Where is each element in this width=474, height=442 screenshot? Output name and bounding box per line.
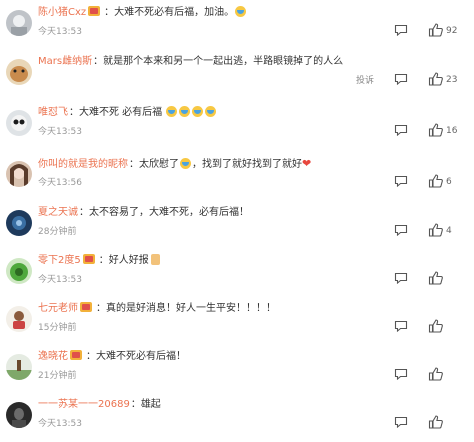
username[interactable]: 陈小猪Cxz [38, 7, 86, 18]
comment-time: 28分钟前 [38, 227, 77, 237]
comment-item: 陈小猪Cxz ：大难不死必有后福，加油。 今天13:53 92 [0, 2, 474, 50]
comment-time: 今天13:53 [38, 127, 82, 137]
comment-time: 今天13:53 [38, 275, 82, 285]
comment-item: 零下2度5 ：好人好报 今天13:53 [0, 250, 474, 298]
reply-icon[interactable] [394, 24, 408, 36]
thumbs-up-emoji-icon [150, 254, 160, 265]
comment-time: 21分钟前 [38, 371, 77, 381]
username[interactable]: Mars雌纳斯 [38, 56, 92, 67]
like-count: 6 [446, 177, 452, 187]
comment-text: 就是那个本来和另一个一起出逃，半路眼镜掉了的人么 [103, 56, 344, 67]
comment-text: 真的是好消息！好人一生平安！！！！ [106, 303, 276, 314]
like-icon[interactable] [428, 319, 444, 333]
reply-icon[interactable] [394, 272, 408, 284]
cry-emoji-icon [235, 6, 247, 17]
vip-badge-icon [82, 254, 95, 264]
reply-icon[interactable] [394, 416, 408, 428]
reply-icon[interactable] [394, 175, 408, 187]
comment-text: 大难不死必有后福！ [96, 351, 186, 362]
cry-emoji-icon [192, 106, 204, 117]
like-icon[interactable] [428, 123, 444, 137]
username[interactable]: 你叫的就是我的昵称 [38, 159, 128, 170]
reply-icon[interactable] [394, 224, 408, 236]
avatar[interactable] [6, 59, 32, 85]
reply-icon[interactable] [394, 368, 408, 380]
like-icon[interactable] [428, 174, 444, 188]
avatar[interactable] [6, 354, 32, 380]
comment-text: 大难不死必有后福，加油。 [114, 7, 235, 18]
reply-icon[interactable] [394, 320, 408, 332]
vip-badge-icon [80, 302, 92, 312]
username[interactable]: 零下2度5 [38, 255, 81, 266]
comment-text-continued: ，找到了就好找到了就好 [192, 159, 302, 170]
avatar[interactable] [6, 210, 32, 236]
comment-item: Mars雌纳斯：就是那个本来和另一个一起出逃，半路眼镜掉了的人么 投诉 23 [0, 51, 474, 99]
like-count: 4 [446, 226, 452, 236]
comment-time: 15分钟前 [38, 323, 77, 333]
comment-list: 陈小猪Cxz ：大难不死必有后福，加油。 今天13:53 92 Mars雌纳斯：就… [0, 0, 474, 442]
username[interactable]: 逸晓花 [38, 351, 68, 362]
reply-icon[interactable] [394, 73, 408, 85]
comment-item: 一一苏某一一20689：雄起 今天13:53 [0, 394, 474, 442]
comment-item: 七元老师 ：真的是好消息！好人一生平安！！！！ 15分钟前 [0, 298, 474, 346]
comment-text: 太不容易了，大难不死，必有后福！ [89, 207, 249, 218]
username[interactable]: 唯怼飞 [38, 107, 68, 118]
username[interactable]: 一一苏某一一20689 [38, 399, 130, 410]
like-count: 92 [446, 26, 458, 36]
avatar[interactable] [6, 258, 32, 284]
report-link[interactable]: 投诉 [356, 75, 374, 87]
comment-time: 今天13:53 [38, 419, 82, 429]
heart-icon: ❤ [302, 157, 312, 170]
comment-item: 你叫的就是我的昵称：太欣慰了 ，找到了就好找到了就好❤ 今天13:56 6 [0, 153, 474, 201]
comment-item: 夏之天诚：太不容易了，大难不死，必有后福！ 28分钟前 4 [0, 202, 474, 250]
like-icon[interactable] [428, 271, 444, 285]
like-count: 16 [446, 126, 458, 136]
cry-emoji-icon [180, 158, 191, 169]
reply-icon[interactable] [394, 124, 408, 136]
comment-text: 好人好报 [108, 255, 149, 266]
comment-item: 唯怼飞：大难不死 必有后福 今天13:53 16 [0, 102, 474, 150]
like-icon[interactable] [428, 415, 444, 429]
vip-badge-icon [70, 350, 82, 360]
avatar[interactable] [6, 161, 32, 187]
cry-emoji-icon [166, 106, 178, 117]
avatar[interactable] [6, 402, 32, 428]
comment-text: 雄起 [140, 399, 161, 410]
like-icon[interactable] [428, 23, 444, 37]
like-count: 23 [446, 75, 458, 85]
comment-text: 太欣慰了 [139, 159, 179, 170]
comment-time: 今天13:56 [38, 178, 82, 188]
comment-text: 大难不死 必有后福 [79, 107, 163, 118]
username[interactable]: 夏之天诚 [38, 207, 78, 218]
like-icon[interactable] [428, 367, 444, 381]
like-icon[interactable] [428, 223, 444, 237]
comment-time: 今天13:53 [38, 27, 82, 37]
username[interactable]: 七元老师 [38, 303, 78, 314]
like-icon[interactable] [428, 72, 444, 86]
avatar[interactable] [6, 10, 32, 36]
cry-emoji-icon [179, 106, 191, 117]
cry-emoji-icon [205, 106, 217, 117]
avatar[interactable] [6, 306, 32, 332]
comment-item: 逸晓花 ：大难不死必有后福！ 21分钟前 [0, 346, 474, 394]
avatar[interactable] [6, 110, 32, 136]
vip-badge-icon [88, 6, 101, 16]
